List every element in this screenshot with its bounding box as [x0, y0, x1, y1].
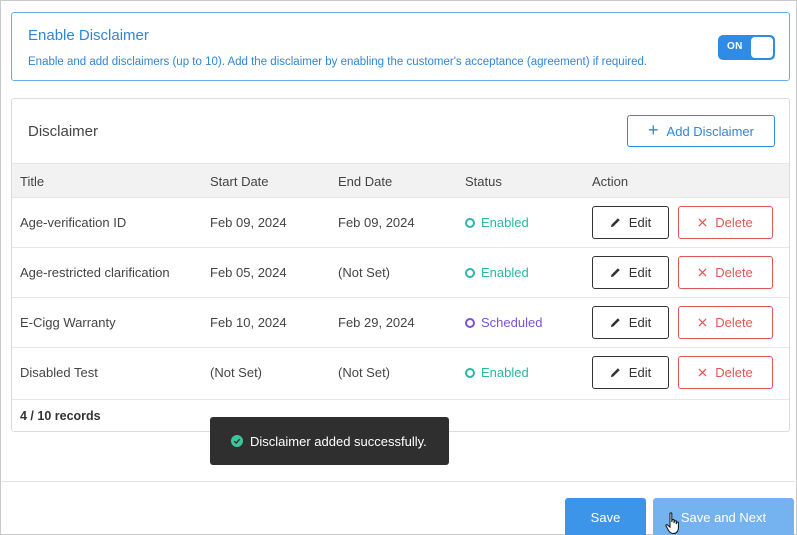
toggle-label: ON	[727, 41, 743, 52]
delete-label: Delete	[715, 315, 753, 330]
records-count: 4 / 10 records	[20, 409, 101, 423]
status-text: Enabled	[481, 215, 529, 230]
edit-button[interactable]: Edit	[592, 256, 669, 289]
toggle-knob	[751, 37, 773, 58]
footer-divider	[2, 481, 797, 482]
edit-button[interactable]: Edit	[592, 356, 669, 389]
delete-button[interactable]: Delete	[678, 256, 773, 289]
disclaimer-table-card: Disclaimer + Add Disclaimer Title Start …	[11, 98, 790, 432]
edit-label: Edit	[628, 265, 652, 280]
status-badge: Scheduled	[465, 315, 542, 330]
edit-label: Edit	[628, 215, 652, 230]
row-end-date: (Not Set)	[338, 265, 391, 280]
close-icon	[698, 368, 707, 377]
enable-disclaimer-card: Enable Disclaimer Enable and add disclai…	[11, 12, 790, 81]
close-icon	[698, 318, 707, 327]
plus-icon: +	[648, 120, 659, 140]
enable-disclaimer-title: Enable Disclaimer	[28, 27, 149, 44]
column-header-end-date: End Date	[338, 174, 393, 189]
status-dot-icon	[465, 217, 475, 228]
table-row: Disabled Test (Not Set) (Not Set) Enable…	[12, 347, 789, 397]
close-icon	[698, 218, 707, 227]
add-disclaimer-label: Add Disclaimer	[666, 123, 754, 139]
check-circle-icon	[231, 435, 243, 447]
status-text: Enabled	[481, 365, 529, 380]
row-end-date: (Not Set)	[338, 365, 391, 380]
table-header: Title Start Date End Date Status Action	[12, 163, 789, 197]
edit-label: Edit	[628, 315, 652, 330]
status-text: Scheduled	[481, 315, 543, 330]
row-end-date: Feb 09, 2024	[338, 215, 415, 230]
close-icon	[698, 268, 707, 277]
column-header-status: Status	[465, 174, 502, 189]
row-start-date: (Not Set)	[210, 365, 263, 380]
delete-button[interactable]: Delete	[678, 206, 773, 239]
pencil-icon	[610, 268, 620, 278]
delete-label: Delete	[715, 215, 753, 230]
enable-disclaimer-description: Enable and add disclaimers (up to 10). A…	[28, 56, 648, 68]
row-start-date: Feb 05, 2024	[210, 265, 287, 280]
table-row: Age-verification ID Feb 09, 2024 Feb 09,…	[12, 197, 789, 247]
row-title: E-Cigg Warranty	[20, 315, 116, 330]
status-dot-icon	[465, 317, 475, 328]
save-button[interactable]: Save	[565, 498, 646, 535]
row-title: Disabled Test	[20, 365, 98, 380]
delete-button[interactable]: Delete	[678, 306, 773, 339]
status-text: Enabled	[481, 265, 529, 280]
edit-button[interactable]: Edit	[592, 306, 669, 339]
row-title: Age-restricted clarification	[20, 265, 170, 280]
enable-disclaimer-toggle[interactable]: ON	[718, 35, 775, 60]
status-dot-icon	[465, 367, 475, 378]
status-badge: Enabled	[465, 265, 529, 280]
row-end-date: Feb 29, 2024	[338, 315, 415, 330]
table-row: E-Cigg Warranty Feb 10, 2024 Feb 29, 202…	[12, 297, 789, 347]
status-dot-icon	[465, 267, 475, 278]
column-header-action: Action	[592, 174, 629, 189]
pencil-icon	[610, 318, 620, 328]
row-start-date: Feb 09, 2024	[210, 215, 287, 230]
pencil-icon	[610, 368, 620, 378]
table-row: Age-restricted clarification Feb 05, 202…	[12, 247, 789, 297]
column-header-start-date: Start Date	[210, 174, 269, 189]
status-badge: Enabled	[465, 365, 529, 380]
disclaimer-section-title: Disclaimer	[28, 123, 99, 140]
pencil-icon	[610, 218, 620, 228]
success-toast: Disclaimer added successfully.	[210, 417, 449, 465]
row-start-date: Feb 10, 2024	[210, 315, 287, 330]
delete-label: Delete	[715, 365, 753, 380]
edit-button[interactable]: Edit	[592, 206, 669, 239]
delete-button[interactable]: Delete	[678, 356, 773, 389]
hand-pointer-cursor-icon	[665, 512, 679, 535]
column-header-title: Title	[20, 174, 45, 189]
row-title: Age-verification ID	[20, 215, 127, 230]
page-frame: Enable Disclaimer Enable and add disclai…	[0, 0, 797, 535]
status-badge: Enabled	[465, 215, 529, 230]
toast-message: Disclaimer added successfully.	[250, 433, 427, 449]
delete-label: Delete	[715, 265, 753, 280]
edit-label: Edit	[628, 365, 652, 380]
add-disclaimer-button[interactable]: + Add Disclaimer	[627, 115, 775, 147]
